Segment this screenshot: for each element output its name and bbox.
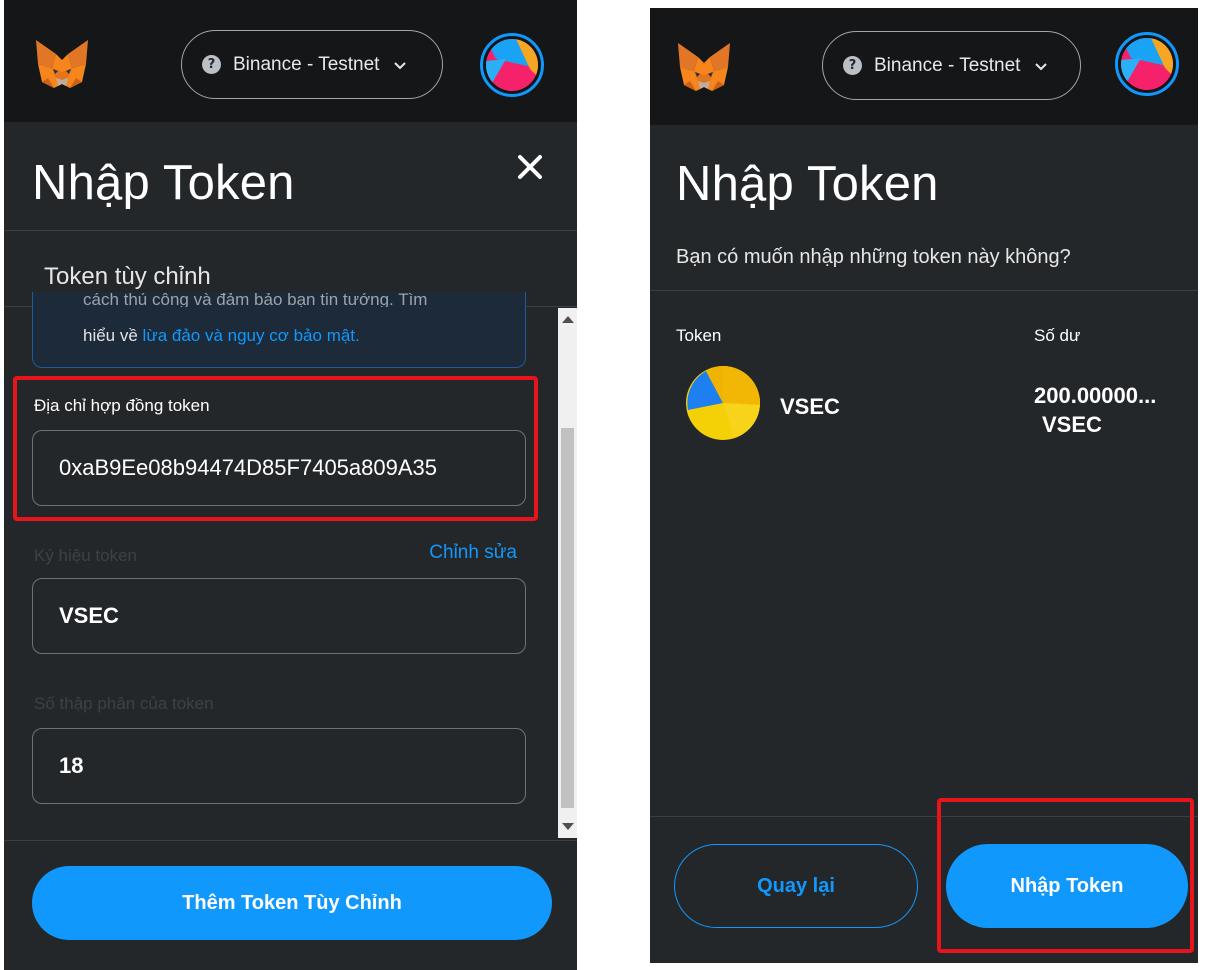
token-column-header: Token [676,326,722,345]
balance-value: 200.00000... [1034,383,1157,408]
wallet-header: ? Binance - Testnet [4,0,577,122]
warning-text-partial: cách thủ công và đảm bảo bạn tin tưởng. … [83,293,428,307]
back-button[interactable]: Quay lại [674,844,918,928]
highlight-frame [937,798,1194,953]
token-decimals-input[interactable]: 18 [32,728,526,804]
pie-token-icon [686,366,760,440]
decimals-label: Số thập phân của token [34,694,214,713]
tab-custom-token[interactable]: Token tùy chỉnh [44,263,211,291]
footer-divider [4,840,577,841]
edit-symbol-link[interactable]: Chỉnh sửa [429,542,517,564]
wallet-header: ? Binance - Testnet [650,8,1198,125]
prompt-divider [650,290,1198,291]
symbol-label: Ký hiệu token [34,546,138,565]
page-title: Nhập Token [676,157,939,211]
network-selector[interactable]: ? Binance - Testnet [181,30,443,99]
scroll-down-icon[interactable] [562,823,574,830]
custom-token-panel: ? Binance - Testnet Nhập Token Token tùy… [4,0,577,970]
scroll-up-icon[interactable] [562,316,574,323]
avatar-icon [486,39,538,91]
import-prompt: Bạn có muốn nhập những token này không? [676,246,1071,268]
metamask-fox-icon [678,43,730,91]
close-icon[interactable] [515,152,545,182]
highlight-frame [13,376,538,521]
scam-warning: cách thủ công và đảm bảo bạn tin tưởng. … [32,292,526,368]
network-selector[interactable]: ? Binance - Testnet [822,31,1081,100]
account-avatar[interactable] [1115,32,1179,96]
title-divider [4,230,577,231]
token-name: VSEC [780,394,840,419]
confirm-import-panel: ? Binance - Testnet Nhập Token Bạn có mu… [650,8,1198,963]
token-symbol-input[interactable]: VSEC [32,578,526,654]
warning-prefix: hiểu về [83,326,143,345]
chevron-down-icon [394,61,407,69]
balance-unit: VSEC [1042,412,1102,437]
scrollbar[interactable] [558,308,577,838]
warning-text: hiểu về lừa đảo và nguy cơ bảo mật. [83,324,360,348]
chevron-down-icon [1035,62,1048,70]
metamask-fox-icon [36,40,88,88]
scroll-thumb[interactable] [561,428,574,808]
help-icon: ? [843,56,862,75]
scam-risk-link[interactable]: lừa đảo và nguy cơ bảo mật. [143,326,360,345]
token-balance: 200.00000... VSEC [1034,381,1156,439]
network-name: Binance - Testnet [874,54,1021,76]
help-icon: ? [202,55,221,74]
add-custom-token-button[interactable]: Thêm Token Tùy Chỉnh [32,866,552,940]
balance-column-header: Số dư [1034,326,1081,345]
page-title: Nhập Token [32,156,295,210]
avatar-icon [1121,38,1173,90]
network-name: Binance - Testnet [233,53,380,75]
account-avatar[interactable] [480,33,544,97]
